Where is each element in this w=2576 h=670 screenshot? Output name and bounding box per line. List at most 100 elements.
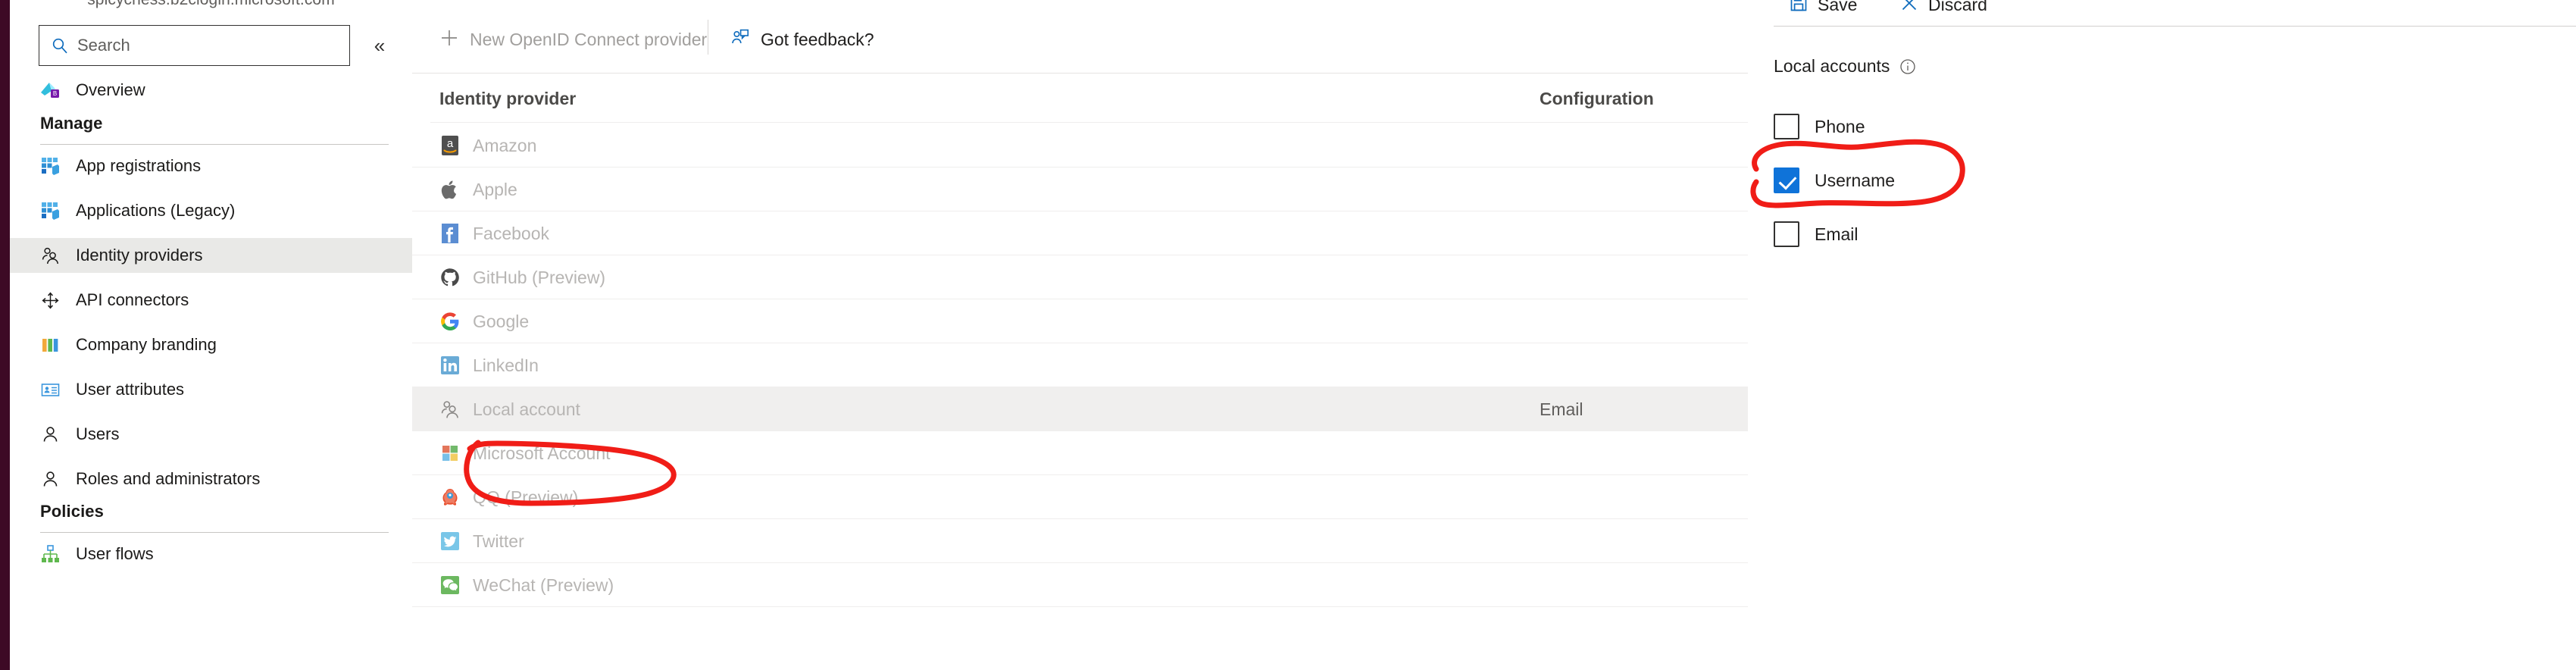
sidebar-item-company-branding[interactable]: Company branding	[10, 327, 412, 362]
table-row-local-account[interactable]: Local account Email	[412, 387, 1748, 431]
provider-name: Google	[473, 311, 530, 331]
sidebar-item-label: Applications (Legacy)	[76, 201, 236, 220]
command-label: Save	[1818, 0, 1858, 14]
checkbox-phone[interactable]: Phone	[1774, 114, 1865, 139]
provider-name: Facebook	[473, 223, 550, 243]
table-row[interactable]: QQ (Preview)	[412, 475, 1748, 519]
search-box[interactable]	[39, 25, 350, 66]
provider-name: WeChat (Preview)	[473, 575, 614, 595]
api-connectors-icon	[40, 290, 61, 311]
sidebar-item-label: Company branding	[76, 335, 217, 354]
applications-legacy-icon	[40, 201, 61, 221]
discard-x-icon	[1899, 0, 1919, 17]
amazon-icon: a	[439, 135, 461, 156]
chevron-double-left-icon[interactable]: «	[366, 33, 393, 58]
sidebar-search-row: «	[10, 25, 412, 66]
save-button[interactable]: Save	[1789, 0, 1857, 20]
search-icon	[52, 37, 68, 54]
provider-name: Local account	[473, 399, 580, 419]
facebook-icon	[439, 223, 461, 244]
user-attributes-icon	[40, 380, 61, 400]
sidebar-item-label: Overview	[76, 80, 145, 99]
divider	[40, 144, 389, 145]
checkbox-box[interactable]	[1774, 168, 1799, 193]
discard-button[interactable]: Discard	[1899, 0, 1987, 20]
sidebar: spicychess.b2clogin.microsoft.com «	[10, 0, 412, 670]
command-label: Discard	[1928, 0, 1987, 14]
sidebar-item-user-attributes[interactable]: User attributes	[10, 372, 412, 407]
checkbox-label: Username	[1815, 170, 1896, 190]
sidebar-item-applications-legacy[interactable]: Applications (Legacy)	[10, 193, 412, 228]
search-input[interactable]	[77, 36, 327, 55]
sidebar-item-users[interactable]: Users	[10, 417, 412, 452]
twitter-icon	[439, 531, 461, 552]
left-rail	[0, 0, 10, 670]
sidebar-item-app-registrations[interactable]: App registrations	[10, 149, 412, 183]
checkbox-label: Email	[1815, 224, 1859, 244]
azure-ad-b2c-icon: B	[40, 80, 61, 101]
table-row[interactable]: Apple	[412, 168, 1748, 211]
column-header-identity-provider[interactable]: Identity provider	[439, 89, 576, 109]
save-icon	[1789, 0, 1809, 17]
divider	[430, 122, 1748, 123]
github-icon	[439, 267, 461, 288]
panel-command-bar: Save Discard	[1748, 0, 2576, 27]
sidebar-group-policies: Policies	[40, 502, 389, 533]
sidebar-item-label: App registrations	[76, 156, 202, 175]
sidebar-group-manage: Manage	[40, 114, 389, 145]
svg-text:B: B	[53, 90, 57, 97]
checkbox-username[interactable]: Username	[1774, 168, 1895, 193]
sidebar-item-identity-providers[interactable]: Identity providers	[10, 238, 412, 273]
sidebar-group-title: Policies	[40, 502, 104, 521]
command-bar: New OpenID Connect provider Got feedback…	[412, 0, 1748, 74]
users-icon	[40, 424, 61, 445]
table-row[interactable]: Microsoft Account	[412, 431, 1748, 475]
plus-icon	[439, 28, 459, 52]
feedback-person-icon	[730, 28, 750, 52]
sidebar-item-roles-and-administrators[interactable]: Roles and administrators	[10, 462, 412, 496]
command-label: Got feedback?	[761, 29, 874, 49]
checkbox-box[interactable]	[1774, 221, 1799, 247]
google-icon	[439, 311, 461, 332]
user-flows-icon	[40, 544, 61, 565]
local-accounts-section-title: Local accounts	[1774, 56, 1916, 77]
checkbox-label: Phone	[1815, 116, 1865, 136]
wechat-icon	[439, 575, 461, 596]
sidebar-item-api-connectors[interactable]: API connectors	[10, 283, 412, 318]
microsoft-icon	[439, 443, 461, 464]
main-content: New OpenID Connect provider Got feedback…	[412, 0, 1748, 670]
table-row[interactable]: LinkedIn	[412, 343, 1748, 387]
divider	[40, 532, 389, 533]
sidebar-item-label: Identity providers	[76, 246, 203, 265]
provider-configuration: Email	[1540, 399, 1583, 419]
table-header: Identity provider Configuration	[412, 74, 1748, 124]
column-header-configuration[interactable]: Configuration	[1540, 89, 1654, 109]
provider-name: Twitter	[473, 531, 524, 551]
app-registrations-icon	[40, 156, 61, 177]
checkbox-box[interactable]	[1774, 114, 1799, 139]
got-feedback-button[interactable]: Got feedback?	[730, 27, 874, 52]
provider-name: Apple	[473, 179, 517, 199]
provider-name: QQ (Preview)	[473, 487, 579, 507]
divider	[1774, 26, 2576, 27]
svg-text:a: a	[447, 137, 454, 150]
sidebar-item-user-flows[interactable]: User flows	[10, 537, 412, 571]
info-icon[interactable]	[1899, 58, 1916, 75]
new-openid-connect-provider-button[interactable]: New OpenID Connect provider	[439, 27, 707, 52]
table-row[interactable]: Twitter	[412, 519, 1748, 563]
sidebar-item-label: User attributes	[76, 380, 185, 399]
checkbox-email[interactable]: Email	[1774, 221, 1859, 247]
sidebar-item-label: API connectors	[76, 290, 189, 309]
sidebar-item-label: Roles and administrators	[76, 469, 261, 488]
provider-name: LinkedIn	[473, 355, 539, 375]
provider-name: GitHub (Preview)	[473, 267, 606, 287]
table-row[interactable]: a Amazon	[412, 124, 1748, 168]
table-row[interactable]: GitHub (Preview)	[412, 255, 1748, 299]
sidebar-item-label: Users	[76, 424, 120, 443]
sidebar-item-overview[interactable]: B Overview	[10, 73, 412, 108]
table-row[interactable]: Facebook	[412, 211, 1748, 255]
identity-provider-table: a Amazon Apple Facebook GitHub (Preview)…	[412, 124, 1748, 607]
table-row[interactable]: WeChat (Preview)	[412, 563, 1748, 607]
table-row[interactable]: Google	[412, 299, 1748, 343]
command-label: New OpenID Connect provider	[470, 29, 708, 49]
